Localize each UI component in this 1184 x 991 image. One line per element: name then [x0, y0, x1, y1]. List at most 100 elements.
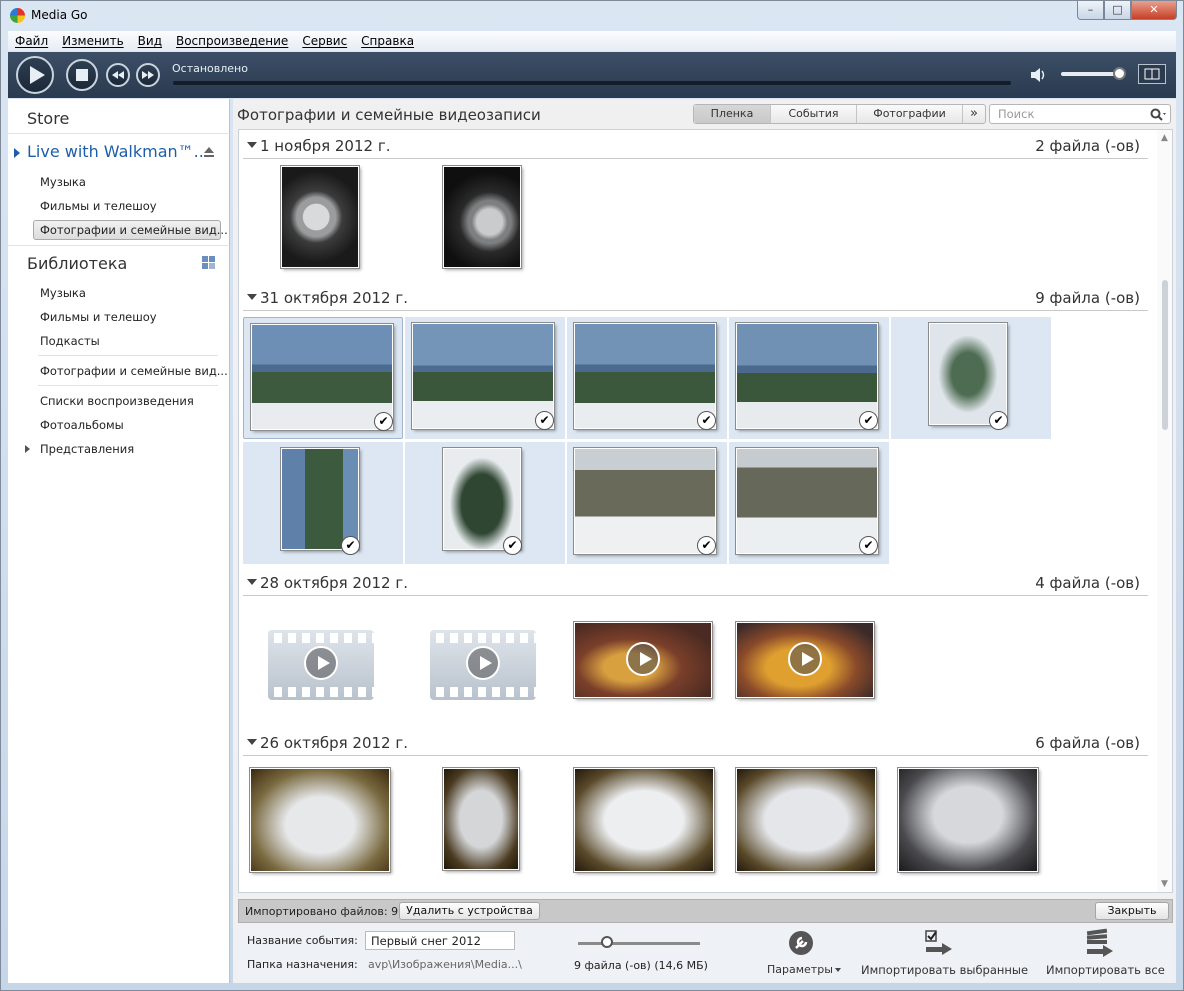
checkmark-icon[interactable]: ✔ — [859, 536, 878, 555]
play-overlay-icon[interactable] — [788, 642, 822, 676]
stop-button[interactable] — [66, 59, 98, 91]
close-infobar-button[interactable]: Закрыть — [1095, 902, 1169, 920]
search-icon[interactable] — [1150, 108, 1166, 121]
sidebar-item-device-movies[interactable]: Фильмы и телешоу — [40, 199, 157, 213]
menu-view[interactable]: Вид — [138, 34, 162, 48]
previous-button[interactable] — [106, 63, 130, 87]
checkmark-icon[interactable]: ✔ — [697, 536, 716, 555]
destination-folder-label: Папка назначения: — [247, 958, 358, 971]
parameters-button[interactable]: Параметры — [767, 963, 833, 976]
play-overlay-icon[interactable] — [466, 646, 500, 680]
sidebar-item-library-movies[interactable]: Фильмы и телешоу — [40, 310, 157, 324]
checkmark-icon[interactable]: ✔ — [989, 411, 1008, 430]
scroll-up-icon[interactable]: ▲ — [1161, 133, 1168, 143]
import-selected-button[interactable]: Импортировать выбранные — [861, 963, 1028, 977]
play-button[interactable] — [16, 56, 54, 94]
scroll-down-icon[interactable]: ▼ — [1161, 879, 1168, 889]
tab-film[interactable]: Пленка — [694, 105, 771, 123]
menu-help[interactable]: Справка — [361, 34, 414, 48]
menu-file[interactable]: Файл — [15, 34, 48, 48]
checkmark-icon[interactable]: ✔ — [535, 411, 554, 430]
maximize-button[interactable]: □ — [1104, 1, 1131, 20]
sidebar-item-podcasts[interactable]: Подкасты — [40, 334, 100, 348]
menu-tools[interactable]: Сервис — [302, 34, 347, 48]
play-overlay-icon[interactable] — [304, 646, 338, 680]
group-header[interactable]: 26 октября 2012 г. 6 файла (-ов) — [243, 730, 1148, 756]
group-header[interactable]: 28 октября 2012 г. 4 файла (-ов) — [243, 570, 1148, 596]
dropdown-arrow-icon[interactable] — [835, 968, 841, 972]
play-overlay-icon[interactable] — [626, 642, 660, 676]
close-window-button[interactable]: ✕ — [1131, 1, 1177, 20]
sidebar-library[interactable]: Библиотека — [27, 254, 127, 273]
video-thumbnail[interactable] — [567, 600, 727, 722]
import-all-button[interactable]: Импортировать все — [1046, 963, 1165, 977]
delete-from-device-button[interactable]: Удалить с устройства — [399, 902, 540, 920]
checkmark-icon[interactable]: ✔ — [503, 536, 522, 555]
tab-more[interactable]: » — [963, 105, 985, 123]
video-thumbnail[interactable] — [243, 600, 403, 722]
checkmark-icon[interactable]: ✔ — [341, 536, 360, 555]
photo-thumbnail[interactable] — [729, 760, 889, 882]
scrollbar-thumb[interactable] — [1162, 280, 1168, 430]
menu-edit[interactable]: Изменить — [62, 34, 124, 48]
photo-thumbnail-selected[interactable]: ✔ — [243, 317, 403, 439]
library-grid-icon[interactable] — [202, 256, 216, 270]
sidebar-device[interactable]: Live with Walkman™... — [27, 142, 209, 161]
minimize-button[interactable]: – — [1077, 1, 1104, 20]
photo-thumbnail[interactable] — [243, 760, 403, 882]
import-all-icon[interactable] — [1083, 928, 1115, 960]
next-button[interactable] — [136, 63, 160, 87]
next-icon — [142, 71, 154, 79]
thumbnail-size-knob[interactable] — [601, 936, 613, 948]
photo-thumbnail-selected[interactable]: ✔ — [567, 442, 727, 564]
collapse-arrow-icon[interactable] — [247, 294, 257, 300]
volume-slider[interactable] — [1061, 72, 1121, 76]
vertical-scrollbar[interactable]: ▲ ▼ — [1157, 130, 1172, 892]
thumbnail-size-slider[interactable] — [578, 942, 700, 945]
photo-thumbnail-selected[interactable]: ✔ — [891, 317, 1051, 439]
photo-thumbnail-selected[interactable]: ✔ — [405, 442, 565, 564]
search-input[interactable]: Поиск — [989, 104, 1171, 124]
collapse-arrow-icon[interactable] — [247, 579, 257, 585]
sidebar-item-playlists[interactable]: Списки воспроизведения — [40, 394, 194, 408]
sidebar-item-library-music[interactable]: Музыка — [40, 286, 86, 300]
photo-thumbnail[interactable] — [891, 760, 1051, 882]
playback-status: Остановлено — [172, 62, 248, 75]
photo-thumbnail-selected[interactable]: ✔ — [405, 317, 565, 439]
seek-bar[interactable] — [173, 81, 1011, 85]
checkmark-icon[interactable]: ✔ — [697, 411, 716, 430]
wrench-icon[interactable] — [787, 930, 815, 956]
photo-thumbnail[interactable] — [405, 162, 565, 284]
checkmark-icon[interactable]: ✔ — [374, 412, 393, 431]
photo-thumbnail-selected[interactable]: ✔ — [729, 317, 889, 439]
photo-thumbnail-selected[interactable]: ✔ — [729, 442, 889, 564]
photo-thumbnail[interactable] — [243, 162, 403, 284]
collapse-arrow-icon[interactable] — [247, 739, 257, 745]
menu-playback[interactable]: Воспроизведение — [176, 34, 288, 48]
photo-thumbnail[interactable] — [405, 760, 565, 882]
speaker-icon[interactable] — [1030, 67, 1048, 83]
event-name-field[interactable]: Первый снег 2012 — [365, 931, 515, 950]
photo-thumbnail-selected[interactable]: ✔ — [567, 317, 727, 439]
import-selected-icon[interactable] — [924, 929, 954, 959]
page-title: Фотографии и семейные видеозаписи — [237, 106, 541, 124]
photo-thumbnail[interactable] — [567, 760, 727, 882]
volume-knob[interactable] — [1113, 67, 1126, 80]
sidebar-store[interactable]: Store — [27, 109, 69, 128]
photo-thumbnail-selected[interactable]: ✔ — [243, 442, 403, 564]
video-thumbnail[interactable] — [405, 600, 565, 722]
collapse-arrow-icon[interactable] — [247, 142, 257, 148]
checkmark-icon[interactable]: ✔ — [859, 411, 878, 430]
sidebar-item-views[interactable]: Представления — [40, 442, 134, 456]
destination-folder-path[interactable]: avp\Изображения\Media...\ — [368, 958, 522, 971]
video-thumbnail[interactable] — [729, 600, 889, 722]
tab-photos[interactable]: Фотографии — [857, 105, 963, 123]
sidebar-item-device-music[interactable]: Музыка — [40, 175, 86, 189]
group-header[interactable]: 31 октября 2012 г. 9 файла (-ов) — [243, 285, 1148, 311]
sidebar-item-library-photos[interactable]: Фотографии и семейные вид... — [40, 364, 228, 378]
tab-events[interactable]: События — [771, 105, 857, 123]
group-header[interactable]: 1 ноября 2012 г. 2 файла (-ов) — [243, 133, 1148, 159]
sidebar-item-photo-albums[interactable]: Фотоальбомы — [40, 418, 124, 432]
layout-toggle-button[interactable] — [1138, 64, 1166, 84]
eject-icon[interactable] — [203, 146, 215, 158]
